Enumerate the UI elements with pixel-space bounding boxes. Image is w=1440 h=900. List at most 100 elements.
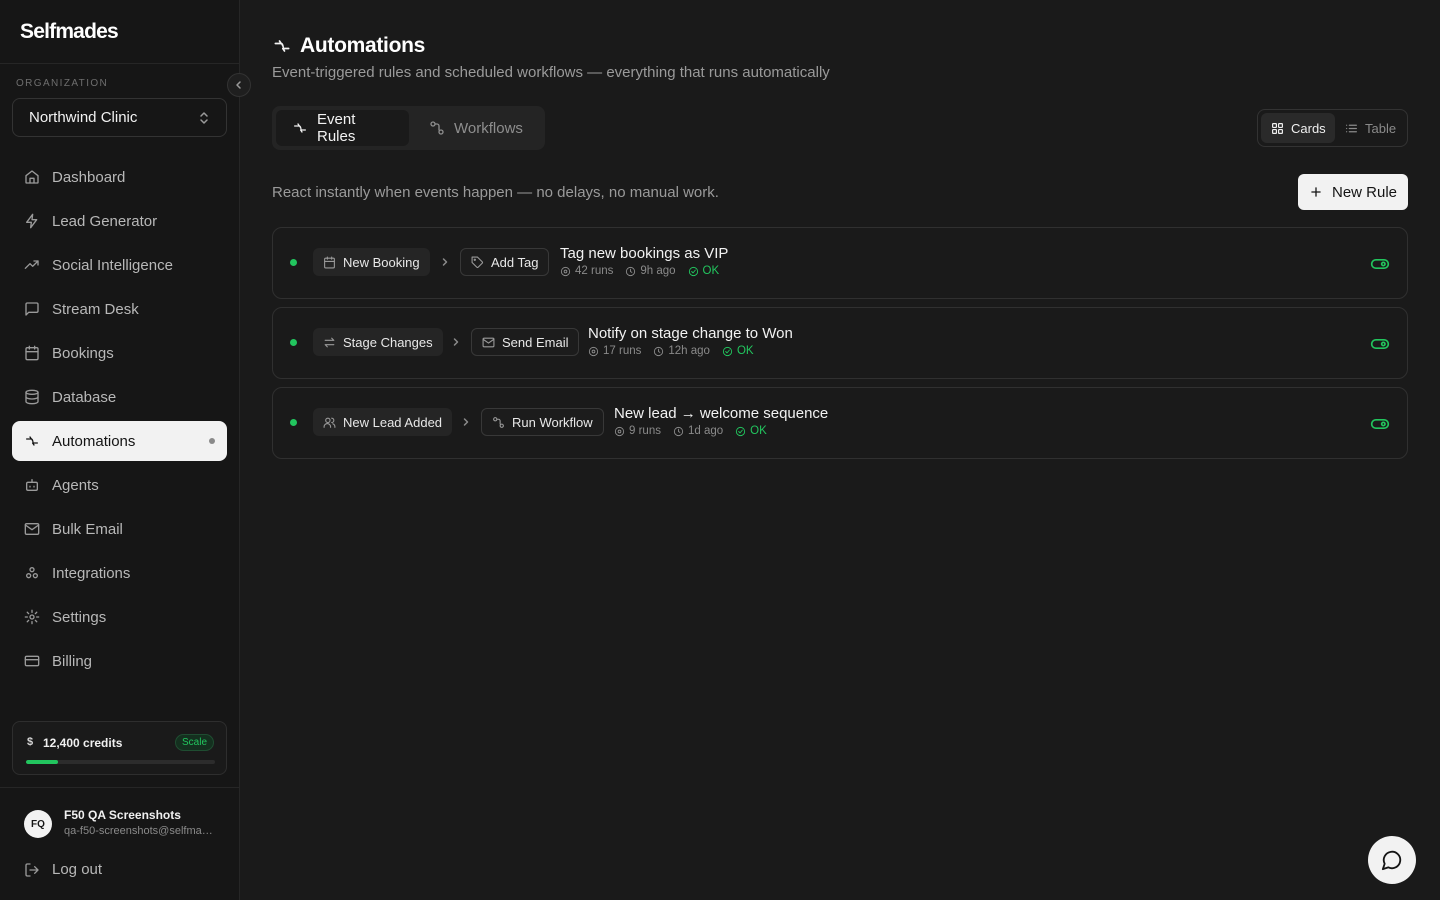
sidebar-item-label: Stream Desk — [52, 300, 139, 318]
sidebar-item-stream-desk[interactable]: Stream Desk — [12, 289, 227, 329]
active-status-dot — [290, 419, 297, 426]
chevron-right-icon — [439, 256, 451, 268]
run-count: 9 runs — [629, 425, 661, 437]
grid-icon — [1271, 122, 1284, 135]
active-status-dot — [290, 339, 297, 346]
credits-amount: 12,400 credits — [43, 736, 123, 750]
tab-event-rules[interactable]: Event Rules — [276, 110, 409, 146]
sidebar-item-lead-generator[interactable]: Lead Generator — [12, 201, 227, 241]
sidebar-item-dashboard[interactable]: Dashboard — [12, 157, 227, 197]
toggle-enabled-icon[interactable] — [1370, 334, 1390, 354]
check-circle-icon — [688, 266, 699, 277]
clock-icon — [653, 346, 664, 357]
run-count: 42 runs — [575, 265, 614, 277]
credits-progress-fill — [26, 760, 59, 764]
check-circle-icon — [735, 426, 746, 437]
plus-icon — [1309, 185, 1323, 199]
arrows-swap-icon — [323, 336, 336, 349]
sidebar-item-settings[interactable]: Settings — [12, 597, 227, 637]
sidebar-item-billing[interactable]: Billing — [12, 641, 227, 681]
divider — [0, 787, 239, 788]
sidebar-item-bookings[interactable]: Bookings — [12, 333, 227, 373]
action-label: Send Email — [502, 334, 569, 350]
mail-icon — [24, 521, 40, 537]
sidebar-item-social-intelligence[interactable]: Social Intelligence — [12, 245, 227, 285]
rule-meta: 42 runs 9h ago OK — [560, 265, 731, 277]
toggle-enabled-icon[interactable] — [1370, 254, 1390, 274]
trigger-label: New Lead Added — [343, 414, 443, 430]
page-title: Automations — [300, 34, 426, 57]
action-chip: Run Workflow — [481, 408, 604, 436]
chat-bubble-icon — [1381, 849, 1403, 871]
sidebar-item-label: Bulk Email — [52, 520, 123, 538]
action-label: Add Tag — [491, 254, 539, 270]
avatar[interactable]: FQ — [24, 810, 52, 838]
sidebar-item-label: Billing — [52, 652, 93, 670]
mail-icon — [482, 336, 495, 349]
trigger-label: Stage Changes — [343, 334, 433, 350]
rule-card[interactable]: New Booking Add Tag Tag new bookings as … — [272, 227, 1408, 299]
bot-icon — [24, 477, 40, 493]
sidebar-item-agents[interactable]: Agents — [12, 465, 227, 505]
status-label: OK — [736, 345, 754, 357]
run-count: 17 runs — [603, 345, 642, 357]
runs-icon — [588, 346, 599, 357]
sidebar-item-label: Bookings — [52, 344, 114, 362]
collapse-sidebar-button[interactable] — [227, 73, 251, 97]
sidebar: Selfmades ORGANIZATION Northwind Clinic … — [0, 0, 240, 900]
new-rule-button[interactable]: New Rule — [1298, 174, 1408, 210]
last-run: 1d ago — [687, 425, 724, 437]
log-out-icon — [24, 862, 40, 878]
credits-card[interactable]: $ 12,400 credits Scale — [12, 721, 227, 775]
tab-workflows[interactable]: Workflows — [409, 110, 539, 146]
status-label: OK — [750, 425, 767, 437]
check-circle-icon — [722, 346, 733, 357]
logout-button[interactable]: Log out — [24, 861, 102, 878]
chevron-right-icon — [460, 416, 472, 428]
runs-icon — [614, 426, 625, 437]
action-chip: Add Tag — [460, 248, 550, 276]
chat-button[interactable] — [1368, 836, 1416, 884]
sidebar-item-automations[interactable]: Automations — [12, 421, 227, 461]
calendar-icon — [24, 345, 40, 361]
active-status-dot — [290, 259, 297, 266]
rule-card[interactable]: New Lead Added Run Workflow New lead → w… — [272, 387, 1408, 459]
calendar-icon — [323, 256, 336, 269]
sidebar-item-bulk-email[interactable]: Bulk Email — [12, 509, 227, 549]
tab-label: Workflows — [454, 119, 523, 137]
gear-icon — [24, 609, 40, 625]
rule-card[interactable]: Stage Changes Send Email Notify on stage… — [272, 307, 1408, 379]
view-toggle: Cards Table — [1257, 109, 1408, 147]
sidebar-item-database[interactable]: Database — [12, 377, 227, 417]
trigger-label: New Booking — [343, 254, 420, 270]
tag-icon — [471, 256, 484, 269]
rule-title: New lead → welcome sequence — [614, 405, 829, 422]
sidebar-item-integrations[interactable]: Integrations — [12, 553, 227, 593]
flow-icon — [429, 120, 445, 136]
chevron-left-icon — [234, 80, 244, 90]
chevron-right-icon — [450, 336, 462, 348]
divider — [0, 63, 239, 64]
brand-logo[interactable]: Selfmades — [20, 20, 119, 44]
runs-icon — [560, 266, 571, 277]
user-name: F50 QA Screenshots — [64, 808, 181, 822]
sidebar-item-label: Social Intelligence — [52, 256, 173, 274]
clock-icon — [625, 266, 636, 277]
rule-meta: 17 runs 12h ago OK — [588, 345, 766, 357]
active-indicator — [209, 438, 215, 444]
page-header: Automations — [272, 34, 425, 58]
sidebar-item-label: Dashboard — [52, 168, 126, 186]
trigger-chip: New Lead Added — [313, 408, 453, 436]
database-icon — [24, 389, 40, 405]
organization-select[interactable]: Northwind Clinic — [12, 98, 227, 137]
organization-name: Northwind Clinic — [29, 109, 138, 126]
view-cards-button[interactable]: Cards — [1261, 113, 1335, 143]
view-table-button[interactable]: Table — [1335, 113, 1406, 143]
last-run: 9h ago — [640, 265, 676, 277]
sidebar-item-label: Settings — [52, 608, 107, 626]
trigger-chip: Stage Changes — [313, 328, 443, 356]
puzzle-icon — [24, 565, 40, 581]
toggle-enabled-icon[interactable] — [1370, 414, 1390, 434]
plan-badge: Scale — [174, 734, 214, 751]
dollar-icon: $ — [27, 736, 34, 748]
